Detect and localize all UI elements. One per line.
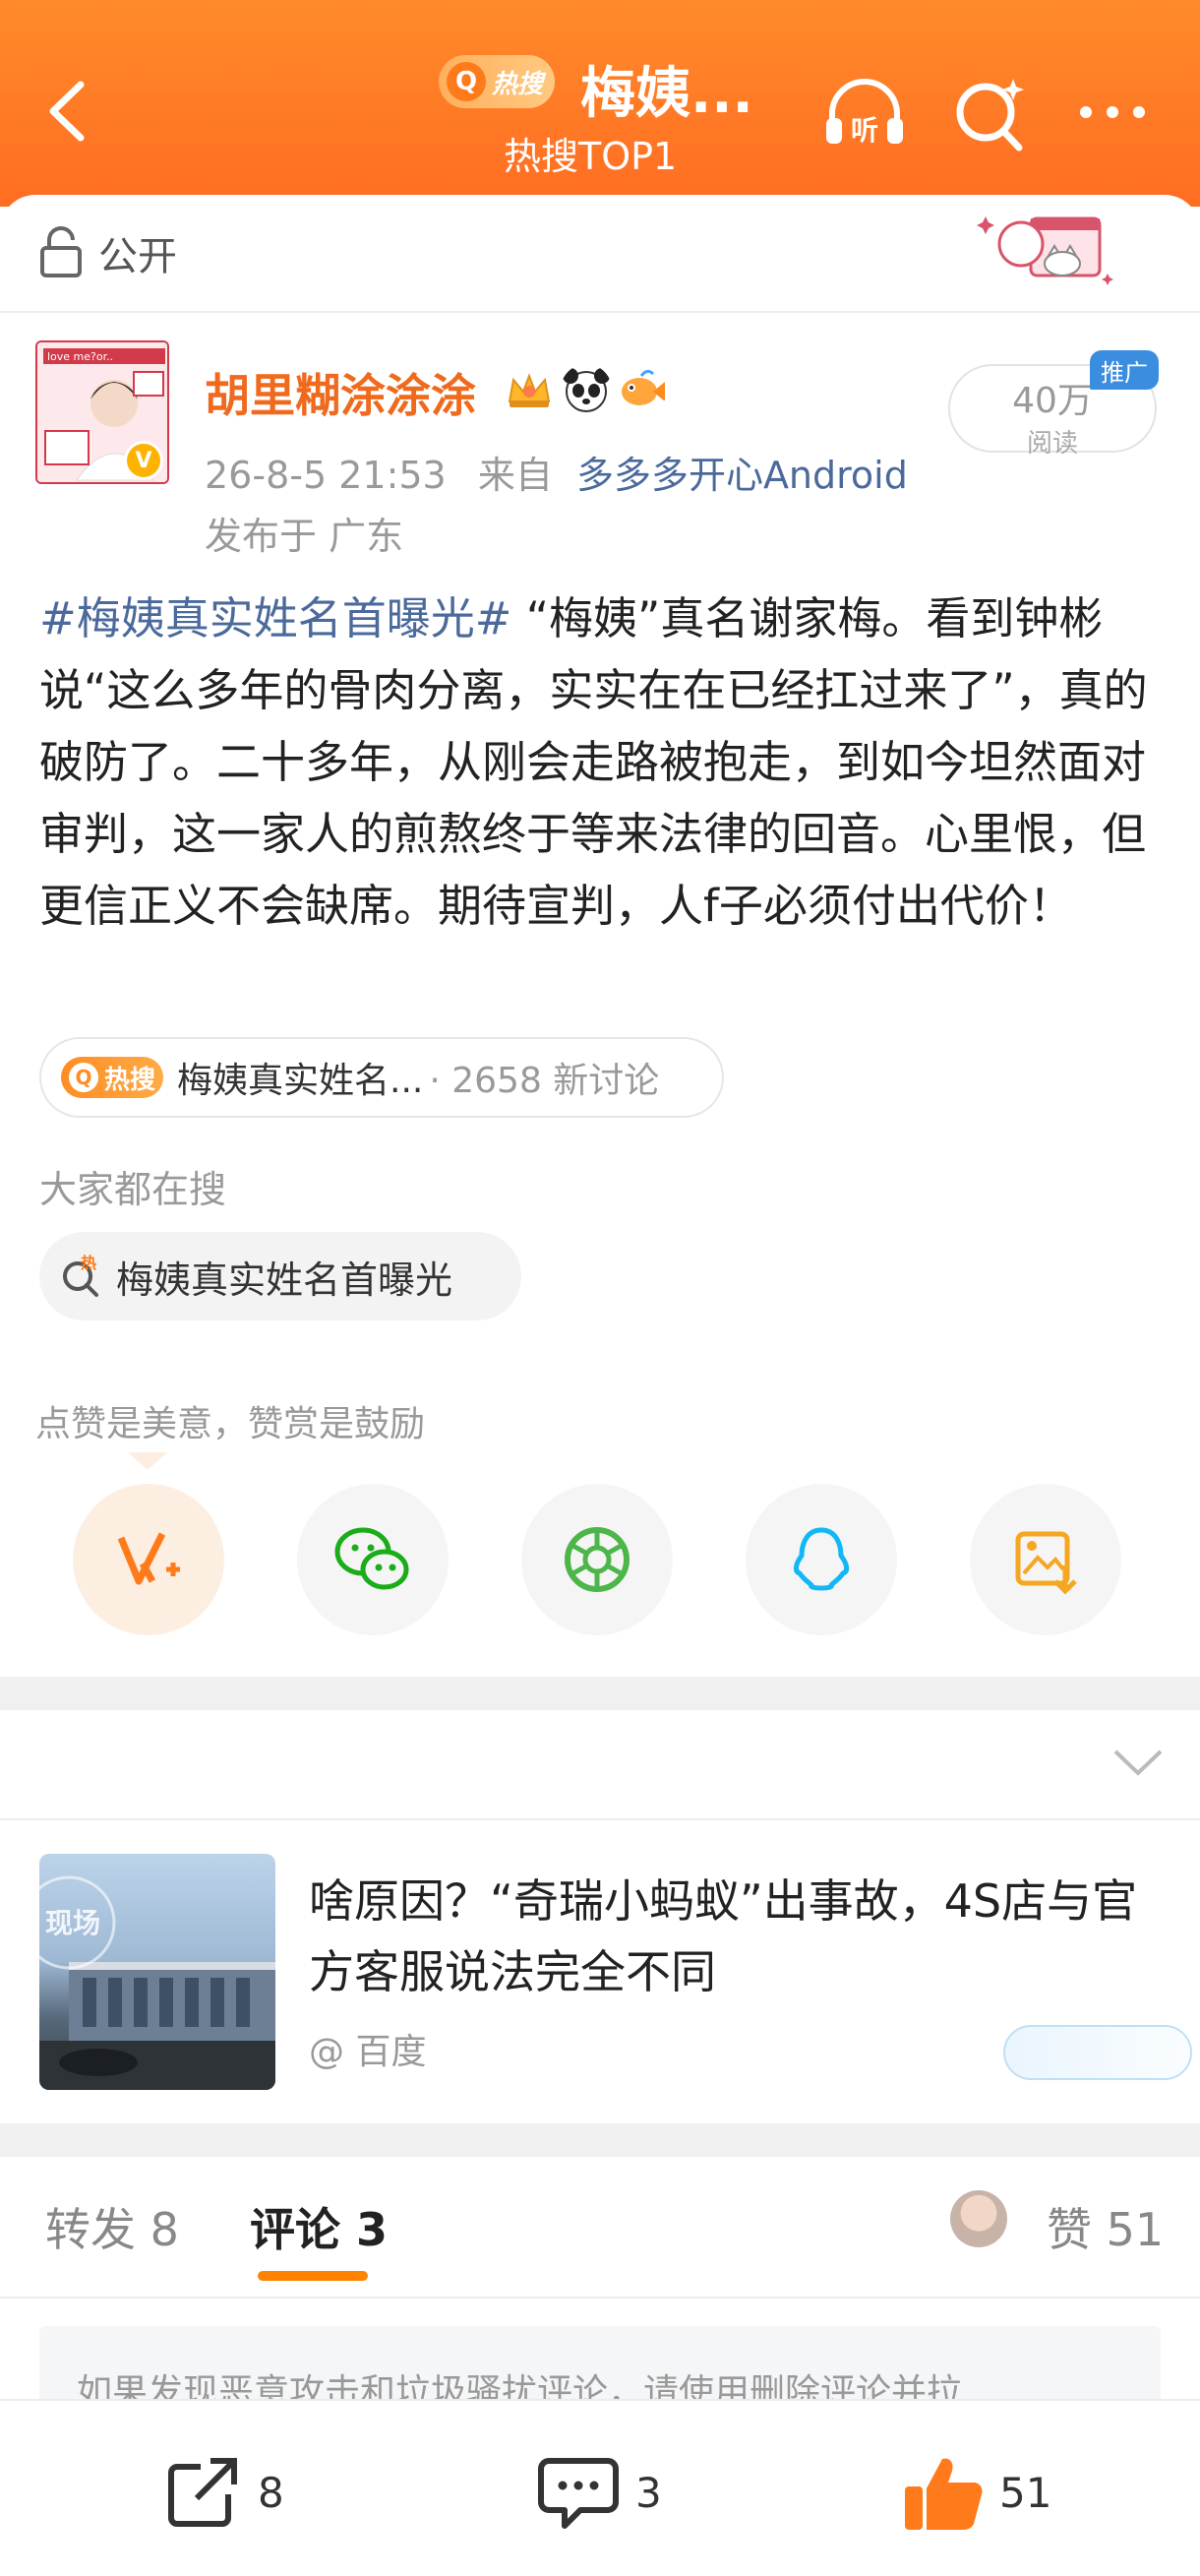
username[interactable]: 胡里糊涂涂涂 bbox=[205, 360, 476, 425]
visibility-label: 公开 bbox=[98, 234, 177, 279]
post-time: 26-8-5 21:53 bbox=[205, 454, 447, 497]
everyone-searching-heading: 大家都在搜 bbox=[39, 1168, 227, 1211]
like-action[interactable]: 51 bbox=[899, 2448, 1051, 2537]
unlock-icon bbox=[40, 226, 82, 277]
post-meta: 26-8-5 21:53 来自 多多多开心Android bbox=[205, 445, 908, 499]
top-header: Q 热搜 梅姨... 热搜TOP1 听 bbox=[0, 0, 1200, 207]
panda-badge-icon[interactable] bbox=[561, 364, 612, 415]
tab-likes[interactable]: 赞 51 bbox=[1047, 2194, 1164, 2259]
chevron-down-icon[interactable] bbox=[1111, 1746, 1165, 1779]
svg-text:现场: 现场 bbox=[45, 1907, 100, 1939]
post-source-link[interactable]: 多多多开心Android bbox=[576, 454, 908, 497]
news-source: @ 百度 bbox=[309, 2032, 427, 2072]
hot-search-badge: Q 热搜 bbox=[439, 55, 555, 108]
comment-count: 3 bbox=[635, 2468, 662, 2517]
verified-badge: V bbox=[124, 441, 163, 480]
save-image-icon bbox=[1015, 1531, 1077, 1595]
repost-count: 8 bbox=[258, 2468, 284, 2517]
liker-avatar[interactable] bbox=[950, 2190, 1007, 2247]
wechat-icon bbox=[334, 1527, 409, 1590]
news-thumbnail[interactable]: 现场 bbox=[39, 1854, 275, 2090]
hot-search-magnifier-icon: 热 bbox=[63, 1255, 98, 1297]
crown-badge-icon[interactable] bbox=[504, 364, 555, 415]
comment-bubble-icon bbox=[538, 2458, 619, 2529]
hot-topic-text: 梅姨真实姓名... bbox=[177, 1061, 424, 1101]
share-moments-button[interactable] bbox=[521, 1484, 673, 1635]
hot-topic-badge-text: 热搜 bbox=[104, 1065, 156, 1095]
hot-topic-chip[interactable]: Q 热搜 梅姨真实姓名... · 2658 新讨论 bbox=[39, 1037, 724, 1118]
tip-pointer-icon bbox=[128, 1452, 167, 1470]
page-subtitle: 热搜TOP1 bbox=[504, 135, 678, 178]
section-divider bbox=[0, 2123, 1200, 2157]
page-title: 梅姨... bbox=[580, 62, 753, 126]
hot-topic-count: · 2658 新讨论 bbox=[429, 1061, 660, 1101]
section-divider bbox=[0, 1677, 1200, 1710]
search-suggestion-text: 梅姨真实姓名首曝光 bbox=[116, 1257, 453, 1302]
divider-line bbox=[0, 2297, 1200, 2299]
news-photo-icon: 现场 bbox=[39, 1875, 275, 2090]
hot-badge-text: 热搜 bbox=[492, 69, 544, 99]
like-count: 51 bbox=[999, 2468, 1052, 2517]
tab-comments[interactable]: 评论 3 bbox=[250, 2194, 388, 2259]
svg-text:热: 热 bbox=[81, 1255, 96, 1272]
back-arrow-icon[interactable] bbox=[39, 77, 98, 146]
from-prefix: 来自 bbox=[477, 454, 553, 497]
visibility-bar: 公开 bbox=[0, 195, 1200, 313]
comment-action[interactable]: 3 bbox=[535, 2448, 662, 2537]
like-reward-tip: 点赞是美意，赞赏是鼓励 bbox=[35, 1404, 426, 1444]
moments-aperture-icon bbox=[565, 1527, 630, 1592]
decorative-sticker-icon bbox=[977, 216, 1113, 285]
bottom-action-bar: 8 3 51 bbox=[0, 2399, 1200, 2576]
more-options-icon[interactable] bbox=[1068, 69, 1157, 157]
post-location: 发布于 广东 bbox=[205, 515, 404, 558]
qq-penguin-icon bbox=[793, 1527, 850, 1591]
search-q-icon: Q bbox=[69, 1063, 98, 1092]
svg-text:听: 听 bbox=[851, 114, 878, 147]
weibo-reward-icon bbox=[117, 1532, 180, 1585]
news-action-button[interactable] bbox=[1003, 2025, 1192, 2080]
search-suggestion-chip[interactable]: 热 梅姨真实姓名首曝光 bbox=[39, 1232, 521, 1320]
header-title-group[interactable]: Q 热搜 梅姨... 热搜TOP1 bbox=[433, 49, 787, 187]
tab-repost[interactable]: 转发 8 bbox=[45, 2194, 179, 2259]
share-arrow-icon bbox=[168, 2458, 237, 2527]
save-image-button[interactable] bbox=[970, 1484, 1121, 1635]
listen-headphones-icon[interactable]: 听 bbox=[820, 69, 909, 157]
repost-action[interactable]: 8 bbox=[161, 2448, 284, 2537]
search-q-icon: Q bbox=[447, 62, 486, 101]
reward-button[interactable] bbox=[73, 1484, 224, 1635]
share-wechat-button[interactable] bbox=[297, 1484, 449, 1635]
post-body: #梅姨真实姓名首曝光# “梅姨”真名谢家梅。看到钟彬说“这么多年的骨肉分离，实实… bbox=[39, 583, 1170, 942]
promo-tag: 推广 bbox=[1090, 350, 1159, 390]
fish-badge-icon[interactable] bbox=[616, 364, 667, 415]
search-sparkle-icon[interactable] bbox=[946, 69, 1035, 157]
read-label: 阅读 bbox=[1026, 429, 1078, 459]
active-tab-indicator bbox=[258, 2271, 368, 2281]
thumbs-up-icon bbox=[905, 2458, 983, 2530]
svg-text:love me?or..: love me?or.. bbox=[47, 350, 113, 363]
news-title[interactable]: 啥原因？“奇瑞小蚂蚁”出事故，4S店与官方客服说法完全不同 bbox=[309, 1866, 1174, 2007]
hot-search-tag: Q 热搜 bbox=[61, 1057, 163, 1098]
share-qq-button[interactable] bbox=[746, 1484, 897, 1635]
divider-line bbox=[0, 1818, 1200, 1820]
hashtag-link[interactable]: #梅姨真实姓名首曝光# bbox=[39, 592, 511, 644]
